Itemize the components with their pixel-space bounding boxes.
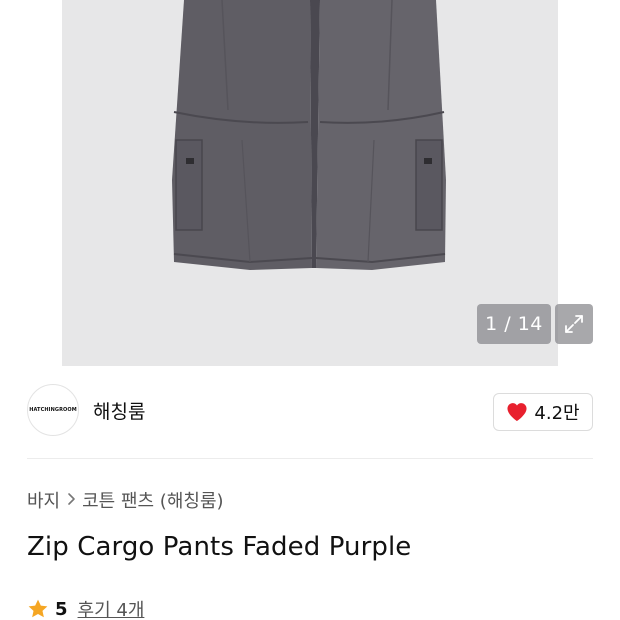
- star-icon: [28, 599, 48, 618]
- like-button[interactable]: 4.2만: [493, 393, 593, 431]
- expand-image-button[interactable]: [555, 304, 593, 344]
- expand-arrows-icon: [565, 315, 583, 333]
- product-image-gallery[interactable]: 1 / 14: [0, 0, 620, 366]
- image-counter: 1 / 14: [477, 304, 551, 344]
- rating-value: 5: [55, 598, 68, 620]
- reviews-link[interactable]: 후기 4개: [78, 596, 145, 620]
- brand-logo-text: HATCHINGROOM: [29, 407, 77, 413]
- breadcrumb-item-subcategory[interactable]: 코튼 팬츠 (해칭룸): [82, 487, 223, 513]
- brand-name[interactable]: 해칭룸: [93, 397, 145, 424]
- product-title: Zip Cargo Pants Faded Purple: [27, 532, 412, 562]
- brand-logo[interactable]: HATCHINGROOM: [27, 384, 79, 436]
- divider: [27, 458, 593, 459]
- breadcrumb: 바지 코튼 팬츠 (해칭룸): [27, 487, 224, 513]
- brand-row: HATCHINGROOM 해칭룸 4.2만: [27, 384, 593, 438]
- chevron-right-icon: [66, 491, 76, 510]
- rating-row: 5 후기 4개: [27, 596, 144, 620]
- like-count: 4.2만: [534, 403, 580, 424]
- breadcrumb-item-category[interactable]: 바지: [27, 487, 60, 513]
- heart-icon: [507, 403, 527, 422]
